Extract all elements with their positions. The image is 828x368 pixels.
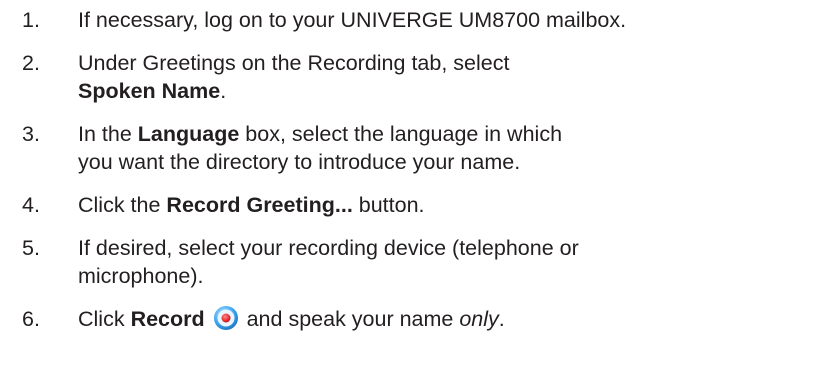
step-number: 5. [22, 236, 40, 260]
step-number: 6. [22, 307, 40, 331]
spoken-name-label: Spoken Name [78, 79, 221, 103]
record-greeting-label: Record Greeting... [166, 193, 353, 217]
step-text-punct: . [498, 307, 505, 331]
step-text: Click the Record Greeting... button. [78, 191, 828, 219]
step-text-post: and speak your name [240, 307, 460, 331]
step-text-line: microphone). [78, 264, 204, 288]
record-button-icon [213, 305, 239, 331]
step-text-post: button. [352, 193, 425, 217]
step-text: Click Record and speak your name only. [78, 305, 828, 333]
step-text-post: box, select the language in which [239, 122, 563, 146]
step-3: 3. In the Language box, select the langu… [22, 120, 828, 176]
step-text-punct: . [220, 79, 227, 103]
step-1: 1. If necessary, log on to your UNIVERGE… [22, 6, 828, 34]
step-text-line: If desired, select your recording device… [78, 236, 579, 260]
step-5: 5. If desired, select your recording dev… [22, 234, 828, 290]
step-number: 3. [22, 122, 40, 146]
step-text: If desired, select your recording device… [78, 234, 828, 290]
step-text: If necessary, log on to your UNIVERGE UM… [78, 8, 627, 32]
step-text-line: you want the directory to introduce your… [78, 150, 521, 174]
step-number: 2. [22, 51, 40, 75]
step-text-pre: Click the [78, 193, 167, 217]
language-label: Language [137, 122, 240, 146]
step-4: 4. Click the Record Greeting... button. [22, 191, 828, 219]
step-number: 1. [22, 8, 40, 32]
step-2: 2. Under Greetings on the Recording tab,… [22, 49, 828, 105]
instruction-list: 1. If necessary, log on to your UNIVERGE… [0, 0, 828, 333]
record-label: Record [130, 307, 205, 331]
only-emphasis: only [459, 307, 499, 331]
step-text-line: Under Greetings on the Recording tab, se… [78, 51, 510, 75]
step-text: In the Language box, select the language… [78, 120, 828, 176]
step-text-pre: Click [78, 307, 131, 331]
step-6: 6. Click Record and speak your name only… [22, 305, 828, 333]
step-text: Under Greetings on the Recording tab, se… [78, 49, 828, 105]
step-number: 4. [22, 193, 40, 217]
step-text-pre: In the [78, 122, 138, 146]
